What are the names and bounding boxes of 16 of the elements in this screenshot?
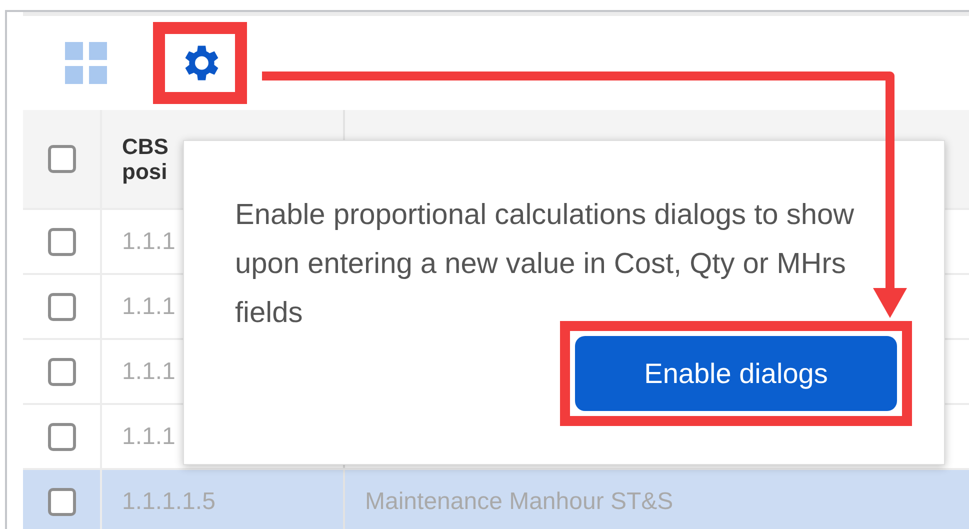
row-checkbox[interactable] xyxy=(48,358,76,386)
grid-view-icon[interactable] xyxy=(63,40,109,86)
table-cell: Maintenance Manhour ST&S xyxy=(365,488,674,516)
popover-message: Enable proportional calculations dialogs to show upon entering a new value in Cost, Qty or MHrs fields xyxy=(235,198,856,331)
row-checkbox[interactable] xyxy=(48,488,76,516)
row-checkbox[interactable] xyxy=(48,228,76,256)
select-all-checkbox[interactable] xyxy=(48,145,76,173)
row-checkbox[interactable] xyxy=(48,422,76,450)
table-cell: 1.1.1 xyxy=(122,422,176,450)
enable-dialogs-button[interactable]: Enable dialogs xyxy=(575,336,897,411)
table-cell: 1.1.1 xyxy=(122,292,176,320)
column-header: CBS posi xyxy=(122,134,170,184)
row-checkbox[interactable] xyxy=(48,292,76,320)
table-cell: 1.1.1 xyxy=(122,228,176,256)
table-cell: 1.1.1.1.5 xyxy=(122,488,216,516)
table-cell: 1.1.1 xyxy=(122,358,176,386)
